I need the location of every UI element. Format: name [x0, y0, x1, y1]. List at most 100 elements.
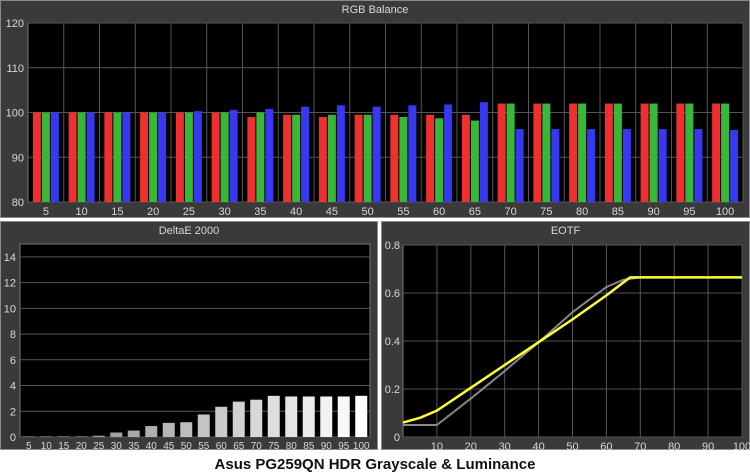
x-tick-label: 55 — [397, 206, 409, 218]
y-tick-label: 4 — [10, 381, 16, 393]
x-tick-label: 25 — [183, 206, 195, 218]
x-tick-label: 100 — [716, 206, 734, 218]
bar-blue — [479, 102, 488, 202]
bar-blue — [336, 105, 345, 202]
x-tick-label: 30 — [111, 441, 123, 452]
bar-red — [104, 112, 113, 202]
bar-blue — [193, 111, 202, 202]
bar-green — [685, 103, 694, 202]
bar-deltae — [180, 422, 193, 437]
bar-red — [68, 112, 77, 202]
x-tick-label: 70 — [505, 206, 517, 218]
x-tick-label: 80 — [668, 441, 680, 453]
bar-blue — [372, 106, 381, 202]
bar-red — [712, 103, 721, 202]
bar-green — [578, 103, 587, 202]
x-tick-label: 60 — [600, 441, 612, 453]
bar-blue — [694, 129, 703, 202]
bar-blue — [587, 129, 596, 202]
x-tick-label: 100 — [733, 441, 750, 453]
x-tick-label: 10 — [431, 441, 443, 453]
y-tick-label: 0.6 — [385, 288, 400, 300]
x-tick-label: 30 — [499, 441, 511, 453]
deltae-panel: DeltaE 2000 0 2 4 6 8 10 12 14 5 10 15 20 25 30 35 40 45… — [0, 221, 378, 452]
bar-red — [175, 112, 184, 202]
bar-green — [256, 112, 265, 202]
y-tick-label: 110 — [6, 63, 24, 75]
x-tick-label: 50 — [566, 441, 578, 453]
x-tick-label: 90 — [702, 441, 714, 453]
eotf-panel: EOTF 0 0.2 0.4 0.6 0.8 10 20 30 40 50 60 70 80 90 100 — [381, 221, 750, 453]
bar-green — [113, 112, 122, 202]
bar-green — [149, 112, 158, 202]
bar-green — [435, 118, 444, 202]
bar-blue — [158, 112, 167, 202]
x-tick-label: 20 — [465, 441, 477, 453]
x-tick-label: 45 — [326, 206, 338, 218]
x-tick-label: 80 — [576, 206, 588, 218]
x-tick-label: 50 — [362, 206, 374, 218]
bar-deltae — [127, 430, 140, 437]
y-tick-label: 12 — [4, 278, 16, 290]
bar-red — [318, 116, 327, 202]
bar-red — [32, 112, 41, 202]
bar-deltae — [337, 396, 350, 437]
x-tick-label: 10 — [76, 206, 88, 218]
x-tick-label: 75 — [268, 441, 280, 452]
x-tick-label: 40 — [146, 441, 158, 452]
bar-red — [426, 114, 435, 202]
bar-red — [604, 103, 613, 202]
bar-deltae — [22, 436, 35, 437]
bar-red — [569, 103, 578, 202]
x-tick-label: 65 — [469, 206, 481, 218]
bar-deltae — [285, 396, 298, 437]
y-tick-label: 8 — [10, 329, 16, 341]
bar-red — [390, 114, 399, 202]
bar-blue — [50, 112, 59, 202]
bar-blue — [408, 105, 417, 202]
bar-deltae — [250, 399, 263, 437]
rgb-balance-panel: RGB Balance 80 90 100 110 120 5 10 15 20 25 30 35 40… — [0, 0, 750, 218]
y-tick-label: 80 — [12, 197, 24, 209]
x-tick-label: 75 — [540, 206, 552, 218]
bar-green — [649, 103, 658, 202]
bar-blue — [444, 104, 453, 202]
x-tick-label: 95 — [683, 206, 695, 218]
bar-red — [676, 103, 685, 202]
x-tick-label: 50 — [181, 441, 193, 452]
bar-red — [140, 112, 149, 202]
bar-red — [497, 103, 506, 202]
bar-deltae — [302, 396, 315, 437]
bar-deltae — [145, 426, 158, 437]
bar-red — [247, 116, 256, 202]
bar-blue — [730, 129, 739, 202]
x-tick-label: 35 — [254, 206, 266, 218]
plot-area — [19, 243, 371, 438]
bar-deltae — [57, 436, 70, 437]
y-tick-label: 0 — [10, 432, 16, 444]
x-tick-label: 80 — [286, 441, 298, 452]
bar-deltae — [92, 435, 105, 437]
x-tick-label: 20 — [76, 441, 88, 452]
bar-blue — [229, 109, 238, 202]
rgb-balance-chart: 80 90 100 110 120 5 10 15 20 25 30 35 40 45 50 55 60 65 70… — [6, 18, 744, 218]
bar-blue — [86, 112, 95, 202]
bar-green — [470, 120, 479, 202]
x-tick-label: 45 — [163, 441, 175, 452]
y-tick-label: 0.2 — [385, 384, 400, 396]
x-tick-label: 5 — [43, 206, 49, 218]
bar-deltae — [197, 414, 210, 437]
y-tick-label: 0.8 — [385, 240, 400, 252]
bar-deltae — [75, 436, 88, 437]
bar-red — [533, 103, 542, 202]
bar-blue — [301, 106, 310, 202]
x-tick-label: 25 — [93, 441, 105, 452]
y-tick-label: 10 — [4, 303, 16, 315]
bar-green — [506, 103, 515, 202]
x-tick-label: 90 — [648, 206, 660, 218]
y-tick-label: 14 — [4, 252, 16, 264]
y-tick-label: 2 — [10, 406, 16, 418]
x-tick-label: 85 — [303, 441, 315, 452]
x-tick-label: 70 — [251, 441, 263, 452]
figure-caption: Asus PG259QN HDR Grayscale & Luminance — [214, 456, 536, 473]
